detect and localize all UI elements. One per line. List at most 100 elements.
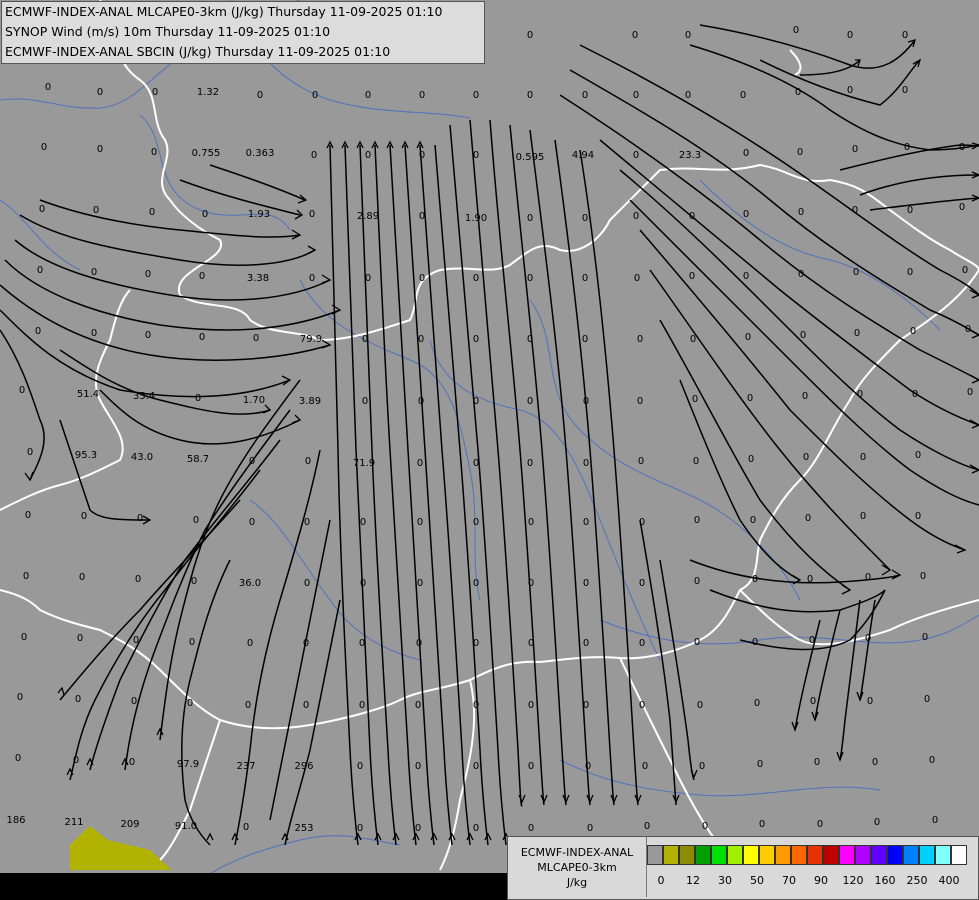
field-value: 0 xyxy=(17,692,23,703)
field-value: 253 xyxy=(294,823,313,834)
field-value: 0 xyxy=(97,144,103,155)
field-value: 0 xyxy=(81,511,87,522)
field-value: 0 xyxy=(419,211,425,222)
field-value: 0 xyxy=(857,389,863,400)
field-value: 0 xyxy=(740,90,746,101)
field-value: 0 xyxy=(243,822,249,833)
field-value: 0 xyxy=(135,574,141,585)
field-value: 0 xyxy=(582,334,588,345)
field-value: 0 xyxy=(527,273,533,284)
field-value: 0 xyxy=(692,394,698,405)
field-value: 0 xyxy=(357,823,363,834)
legend-swatch xyxy=(887,845,903,865)
field-value: 0 xyxy=(582,213,588,224)
field-value: 0 xyxy=(23,571,29,582)
field-value: 0 xyxy=(151,147,157,158)
field-value: 0 xyxy=(853,267,859,278)
weather-map: 0 0 0 0 0 0 0 0 0 1.32 0 0 0 0 0 0 0 0 0 0 0 0 0 0 0 0 0.755 0.363 0… xyxy=(0,0,979,900)
field-value: 0 xyxy=(634,273,640,284)
field-value: 0 xyxy=(27,447,33,458)
field-value: 0 xyxy=(697,700,703,711)
field-value: 0 xyxy=(793,25,799,36)
field-value: 0 xyxy=(929,755,935,766)
field-value: 95.3 xyxy=(75,450,97,461)
field-value: 0 xyxy=(528,823,534,834)
field-value: 0 xyxy=(528,638,534,649)
field-value: 0 xyxy=(693,456,699,467)
field-value: 0 xyxy=(583,578,589,589)
field-value: 0 xyxy=(932,815,938,826)
legend-swatch xyxy=(855,845,871,865)
field-value: 0 xyxy=(637,334,643,345)
field-value: 0 xyxy=(362,334,368,345)
field-value: 0 xyxy=(690,334,696,345)
field-value: 0 xyxy=(365,90,371,101)
field-value: 0 xyxy=(73,755,79,766)
field-value: 0 xyxy=(852,205,858,216)
field-value: 0 xyxy=(357,761,363,772)
field-value: 0 xyxy=(131,696,137,707)
field-value: 0 xyxy=(75,694,81,705)
field-value: 0 xyxy=(874,817,880,828)
legend-swatch xyxy=(951,845,967,865)
field-value: 0 xyxy=(585,761,591,772)
field-value: 0 xyxy=(924,694,930,705)
field-value: 0 xyxy=(583,638,589,649)
legend-swatch xyxy=(679,845,695,865)
field-value: 0 xyxy=(912,389,918,400)
field-value: 0 xyxy=(583,458,589,469)
field-value: 0 xyxy=(527,90,533,101)
field-value: 0 xyxy=(202,209,208,220)
field-value: 2.89 xyxy=(357,211,379,222)
field-value: 0 xyxy=(967,387,973,398)
field-value: 0.363 xyxy=(246,148,275,159)
field-value: 0 xyxy=(852,144,858,155)
legend-tick-label: 0 xyxy=(657,874,665,887)
field-value: 0 xyxy=(527,30,533,41)
field-value: 0 xyxy=(419,90,425,101)
legend-swatch xyxy=(759,845,775,865)
field-value: 0.595 xyxy=(516,152,545,163)
field-value: 0 xyxy=(527,396,533,407)
field-value: 0 xyxy=(303,700,309,711)
legend-swatch xyxy=(711,845,727,865)
field-value: 0 xyxy=(809,635,815,646)
field-value: 0 xyxy=(817,819,823,830)
field-value: 0 xyxy=(39,204,45,215)
field-value: 0 xyxy=(757,759,763,770)
field-value: 0 xyxy=(19,385,25,396)
field-value: 1.90 xyxy=(465,213,487,224)
field-value: 0 xyxy=(847,85,853,96)
field-value: 0 xyxy=(922,632,928,643)
field-value: 0 xyxy=(689,271,695,282)
legend-swatch xyxy=(871,845,887,865)
field-value: 0 xyxy=(359,700,365,711)
field-value: 0 xyxy=(633,150,639,161)
field-value: 0 xyxy=(795,87,801,98)
field-value: 0 xyxy=(583,517,589,528)
field-value: 0 xyxy=(528,700,534,711)
field-value: 0 xyxy=(145,269,151,280)
field-value: 0 xyxy=(872,757,878,768)
field-value: 0 xyxy=(748,454,754,465)
field-value: 33.4 xyxy=(133,391,155,402)
field-value: 0 xyxy=(303,638,309,649)
field-value: 209 xyxy=(120,819,139,830)
field-value: 0 xyxy=(193,515,199,526)
field-value: 0 xyxy=(743,148,749,159)
legend-unit: J/kg xyxy=(566,876,588,889)
field-value: 0 xyxy=(305,456,311,467)
field-value: 0 xyxy=(473,150,479,161)
field-value: 0 xyxy=(759,819,765,830)
color-legend: ECMWF-INDEX-ANAL MLCAPE0-3km J/kg 0 12 30 5… xyxy=(507,836,979,900)
field-value: 0 xyxy=(860,452,866,463)
field-value: 0 xyxy=(745,332,751,343)
field-value: 0 xyxy=(907,205,913,216)
field-value: 97.9 xyxy=(177,759,199,770)
field-value: 0 xyxy=(473,517,479,528)
field-value: 0 xyxy=(309,209,315,220)
field-value: 43.0 xyxy=(131,452,153,463)
field-value: 0 xyxy=(694,576,700,587)
field-value: 0 xyxy=(803,452,809,463)
field-value: 0 xyxy=(587,823,593,834)
